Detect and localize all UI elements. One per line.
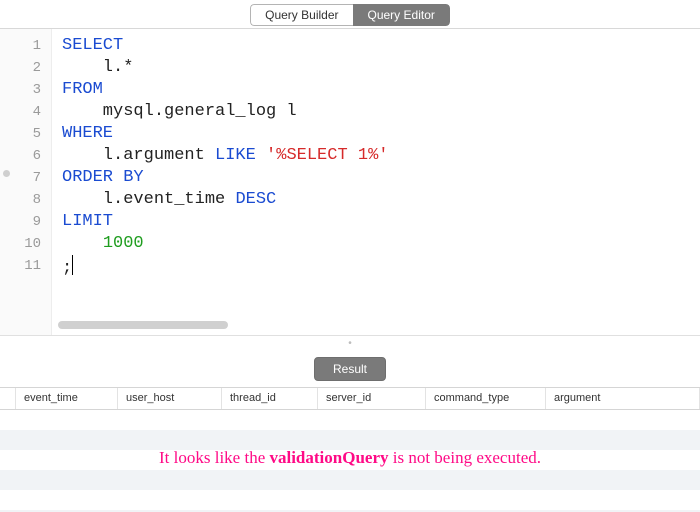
line-number: 8 xyxy=(0,189,51,211)
column-header[interactable]: user_host xyxy=(118,388,222,409)
line-number: 2 xyxy=(0,57,51,79)
breakpoint-dot[interactable] xyxy=(3,170,10,177)
editor-area: 1 2 3 4 5 6 7 8 9 10 11 SELECT l.* FROM … xyxy=(0,29,700,336)
results-header-row: event_time user_host thread_id server_id… xyxy=(0,388,700,410)
keyword-by: BY xyxy=(123,168,143,187)
line-number: 6 xyxy=(0,145,51,167)
column-header[interactable]: server_id xyxy=(318,388,426,409)
keyword-like: LIKE xyxy=(215,146,256,165)
keyword-desc: DESC xyxy=(235,190,276,209)
table-row xyxy=(0,490,700,510)
text-cursor xyxy=(72,255,73,275)
code-text xyxy=(62,234,103,253)
line-number: 3 xyxy=(0,79,51,101)
number-literal: 1000 xyxy=(103,234,144,253)
code-text xyxy=(256,146,266,165)
row-handle-header xyxy=(0,388,16,409)
top-tab-bar: Query Builder Query Editor xyxy=(0,0,700,29)
table-row xyxy=(0,410,700,430)
line-number: 9 xyxy=(0,211,51,233)
pane-drag-handle[interactable]: • xyxy=(0,336,700,351)
results-body: It looks like the validationQuery is not… xyxy=(0,410,700,512)
annotation-text: is not being executed. xyxy=(389,448,542,467)
code-text: l.argument xyxy=(62,146,215,165)
scrollbar-thumb[interactable] xyxy=(58,321,228,329)
column-header[interactable]: argument xyxy=(546,388,700,409)
keyword-order: ORDER xyxy=(62,168,113,187)
code-text: l.event_time xyxy=(62,190,235,209)
line-number: 10 xyxy=(0,233,51,255)
tab-query-builder[interactable]: Query Builder xyxy=(250,4,352,26)
string-literal: '%SELECT 1%' xyxy=(266,146,388,165)
code-editor[interactable]: SELECT l.* FROM mysql.general_log l WHER… xyxy=(52,29,700,335)
line-gutter: 1 2 3 4 5 6 7 8 9 10 11 xyxy=(0,29,52,335)
code-text xyxy=(113,168,123,187)
column-header[interactable]: thread_id xyxy=(222,388,318,409)
annotation-text: It looks like the xyxy=(159,448,269,467)
line-number: 1 xyxy=(0,35,51,57)
code-text: ; xyxy=(62,259,72,278)
code-text: l.* xyxy=(62,58,133,77)
tab-group: Query Builder Query Editor xyxy=(250,4,450,26)
keyword-select: SELECT xyxy=(62,36,123,55)
line-number: 5 xyxy=(0,123,51,145)
annotation-emphasis: validationQuery xyxy=(269,448,388,467)
result-bar: Result xyxy=(0,351,700,388)
horizontal-scrollbar[interactable] xyxy=(58,321,686,329)
result-tab[interactable]: Result xyxy=(314,357,386,381)
keyword-from: FROM xyxy=(62,80,103,99)
column-header[interactable]: command_type xyxy=(426,388,546,409)
tab-query-editor[interactable]: Query Editor xyxy=(353,4,450,26)
column-header[interactable]: event_time xyxy=(16,388,118,409)
table-row xyxy=(0,430,700,450)
line-number: 11 xyxy=(0,255,51,277)
code-text: mysql.general_log l xyxy=(62,102,297,121)
keyword-where: WHERE xyxy=(62,124,113,143)
line-number: 4 xyxy=(0,101,51,123)
overlay-annotation: It looks like the validationQuery is not… xyxy=(0,448,700,468)
table-row xyxy=(0,470,700,490)
keyword-limit: LIMIT xyxy=(62,212,113,231)
